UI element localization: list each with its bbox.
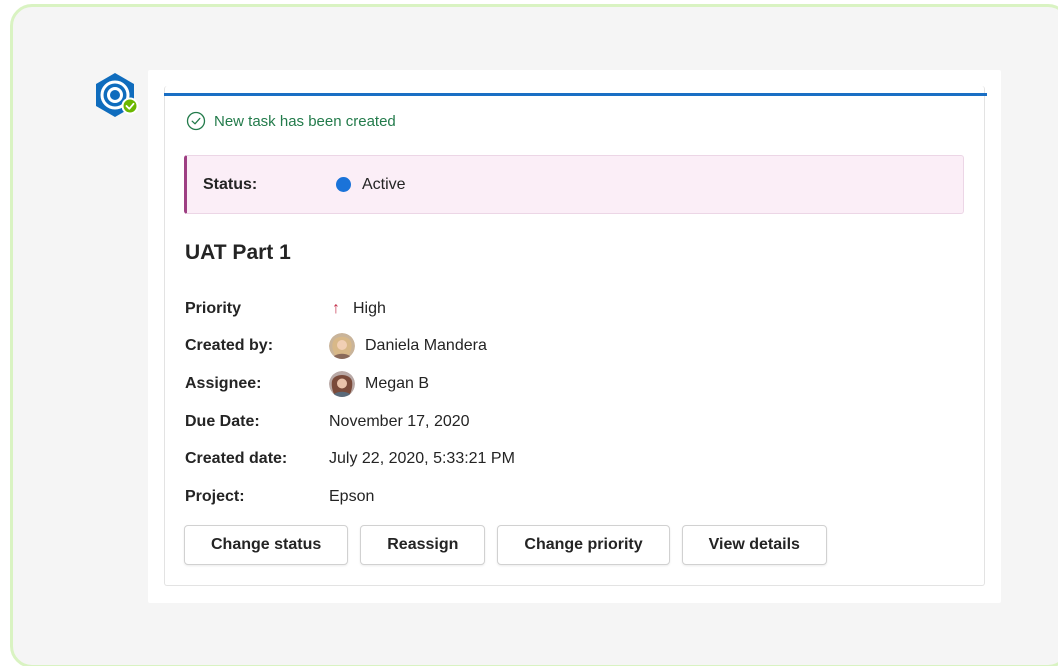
fact-row-priority: Priority ↑ High [185, 290, 785, 328]
card-actions: Change status Reassign Change priority V… [184, 525, 827, 565]
change-status-button[interactable]: Change status [184, 525, 349, 565]
fact-row-project: Project: Epson [185, 478, 785, 516]
fact-value: ↑ High [329, 300, 386, 318]
created-by-name: Daniela Mandera [365, 337, 487, 355]
fact-label: Created by: [185, 337, 274, 355]
reassign-button[interactable]: Reassign [360, 525, 486, 565]
task-created-notice: New task has been created [186, 111, 396, 131]
fact-row-created-date: Created date: July 22, 2020, 5:33:21 PM [185, 440, 785, 478]
fact-set: Priority ↑ High Created by: Daniela Mand… [185, 290, 785, 516]
bot-avatar-icon [96, 73, 139, 117]
status-label: Status: [203, 175, 258, 193]
fact-row-assignee: Assignee: Megan B [185, 365, 785, 403]
due-date-value: November 17, 2020 [329, 412, 470, 430]
task-title: UAT Part 1 [185, 241, 291, 264]
fact-value: Megan B [329, 370, 430, 397]
status-dot-icon [336, 177, 351, 192]
fact-row-due-date: Due Date: November 17, 2020 [185, 403, 785, 441]
avatar [329, 370, 355, 397]
fact-label: Priority [185, 299, 242, 317]
card-accent-bar [164, 93, 987, 96]
arrow-up-icon: ↑ [332, 299, 340, 317]
created-date-value: July 22, 2020, 5:33:21 PM [329, 450, 515, 468]
change-priority-button[interactable]: Change priority [497, 525, 670, 565]
fact-label: Due Date: [185, 412, 260, 430]
view-details-button[interactable]: View details [681, 525, 827, 565]
project-value: Epson [329, 487, 375, 505]
status-banner: Status: Active [184, 155, 964, 214]
fact-row-created-by: Created by: Daniela Mandera [185, 328, 785, 366]
status-value: Active [362, 175, 406, 193]
assignee-name: Megan B [365, 374, 430, 392]
fact-label: Created date: [185, 450, 288, 468]
avatar [329, 333, 355, 360]
check-circle-icon [186, 111, 206, 131]
priority-value: High [353, 299, 386, 317]
fact-label: Project: [185, 487, 245, 505]
fact-value: Daniela Mandera [329, 333, 487, 360]
notice-text: New task has been created [214, 112, 396, 130]
fact-label: Assignee: [185, 374, 262, 392]
